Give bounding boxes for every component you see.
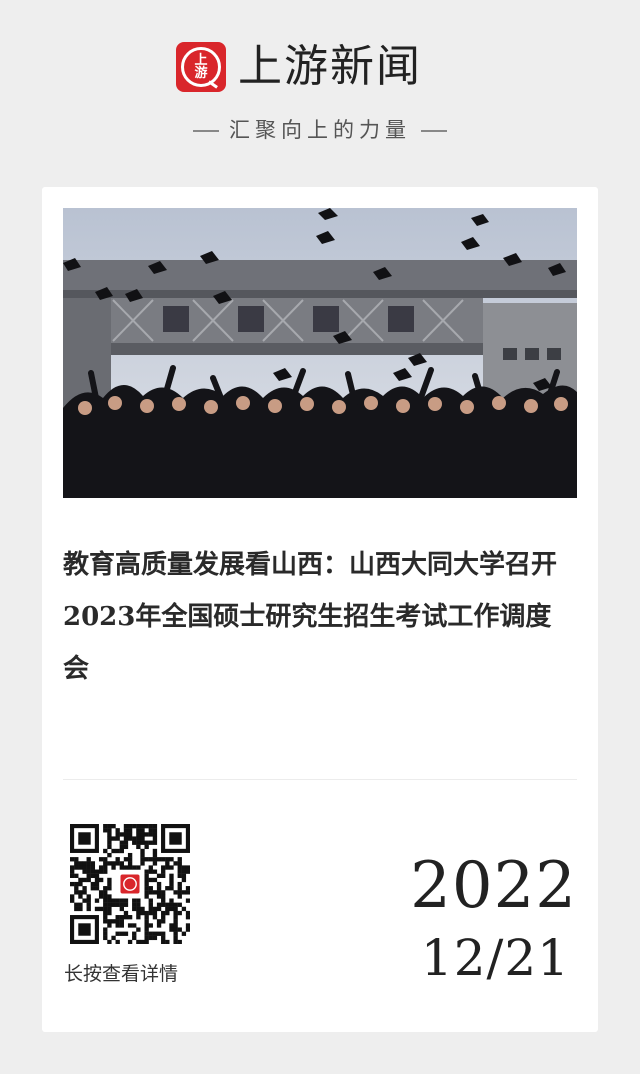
slogan: 汇聚向上的力量	[0, 112, 640, 148]
article-card[interactable]: 教育高质量发展看山西：山西大同大学召开2023年全国硕士研究生招生考试工作调度会…	[42, 187, 598, 1032]
article-title[interactable]: 教育高质量发展看山西：山西大同大学召开2023年全国硕士研究生招生考试工作调度会	[63, 539, 577, 695]
date-year: 2022	[410, 849, 577, 923]
slogan-text: 汇聚向上的力量	[229, 118, 411, 142]
qr-caption: 长按查看详情	[64, 963, 179, 985]
header: 上 游 上游新闻 汇聚向上的力量	[0, 0, 640, 180]
brand-logo: 上 游 上游新闻	[176, 40, 422, 94]
slogan-dash-right	[421, 130, 447, 132]
divider	[63, 779, 577, 780]
brand-logo-icon: 上 游	[176, 42, 226, 92]
brand-name: 上游新闻	[238, 41, 422, 92]
slogan-dash-left	[193, 130, 219, 132]
brand-logo-glyph: 上 游	[194, 53, 208, 81]
hero-image	[63, 208, 577, 498]
date-month-day: 12/21	[420, 929, 570, 987]
qr-code[interactable]	[70, 824, 190, 944]
